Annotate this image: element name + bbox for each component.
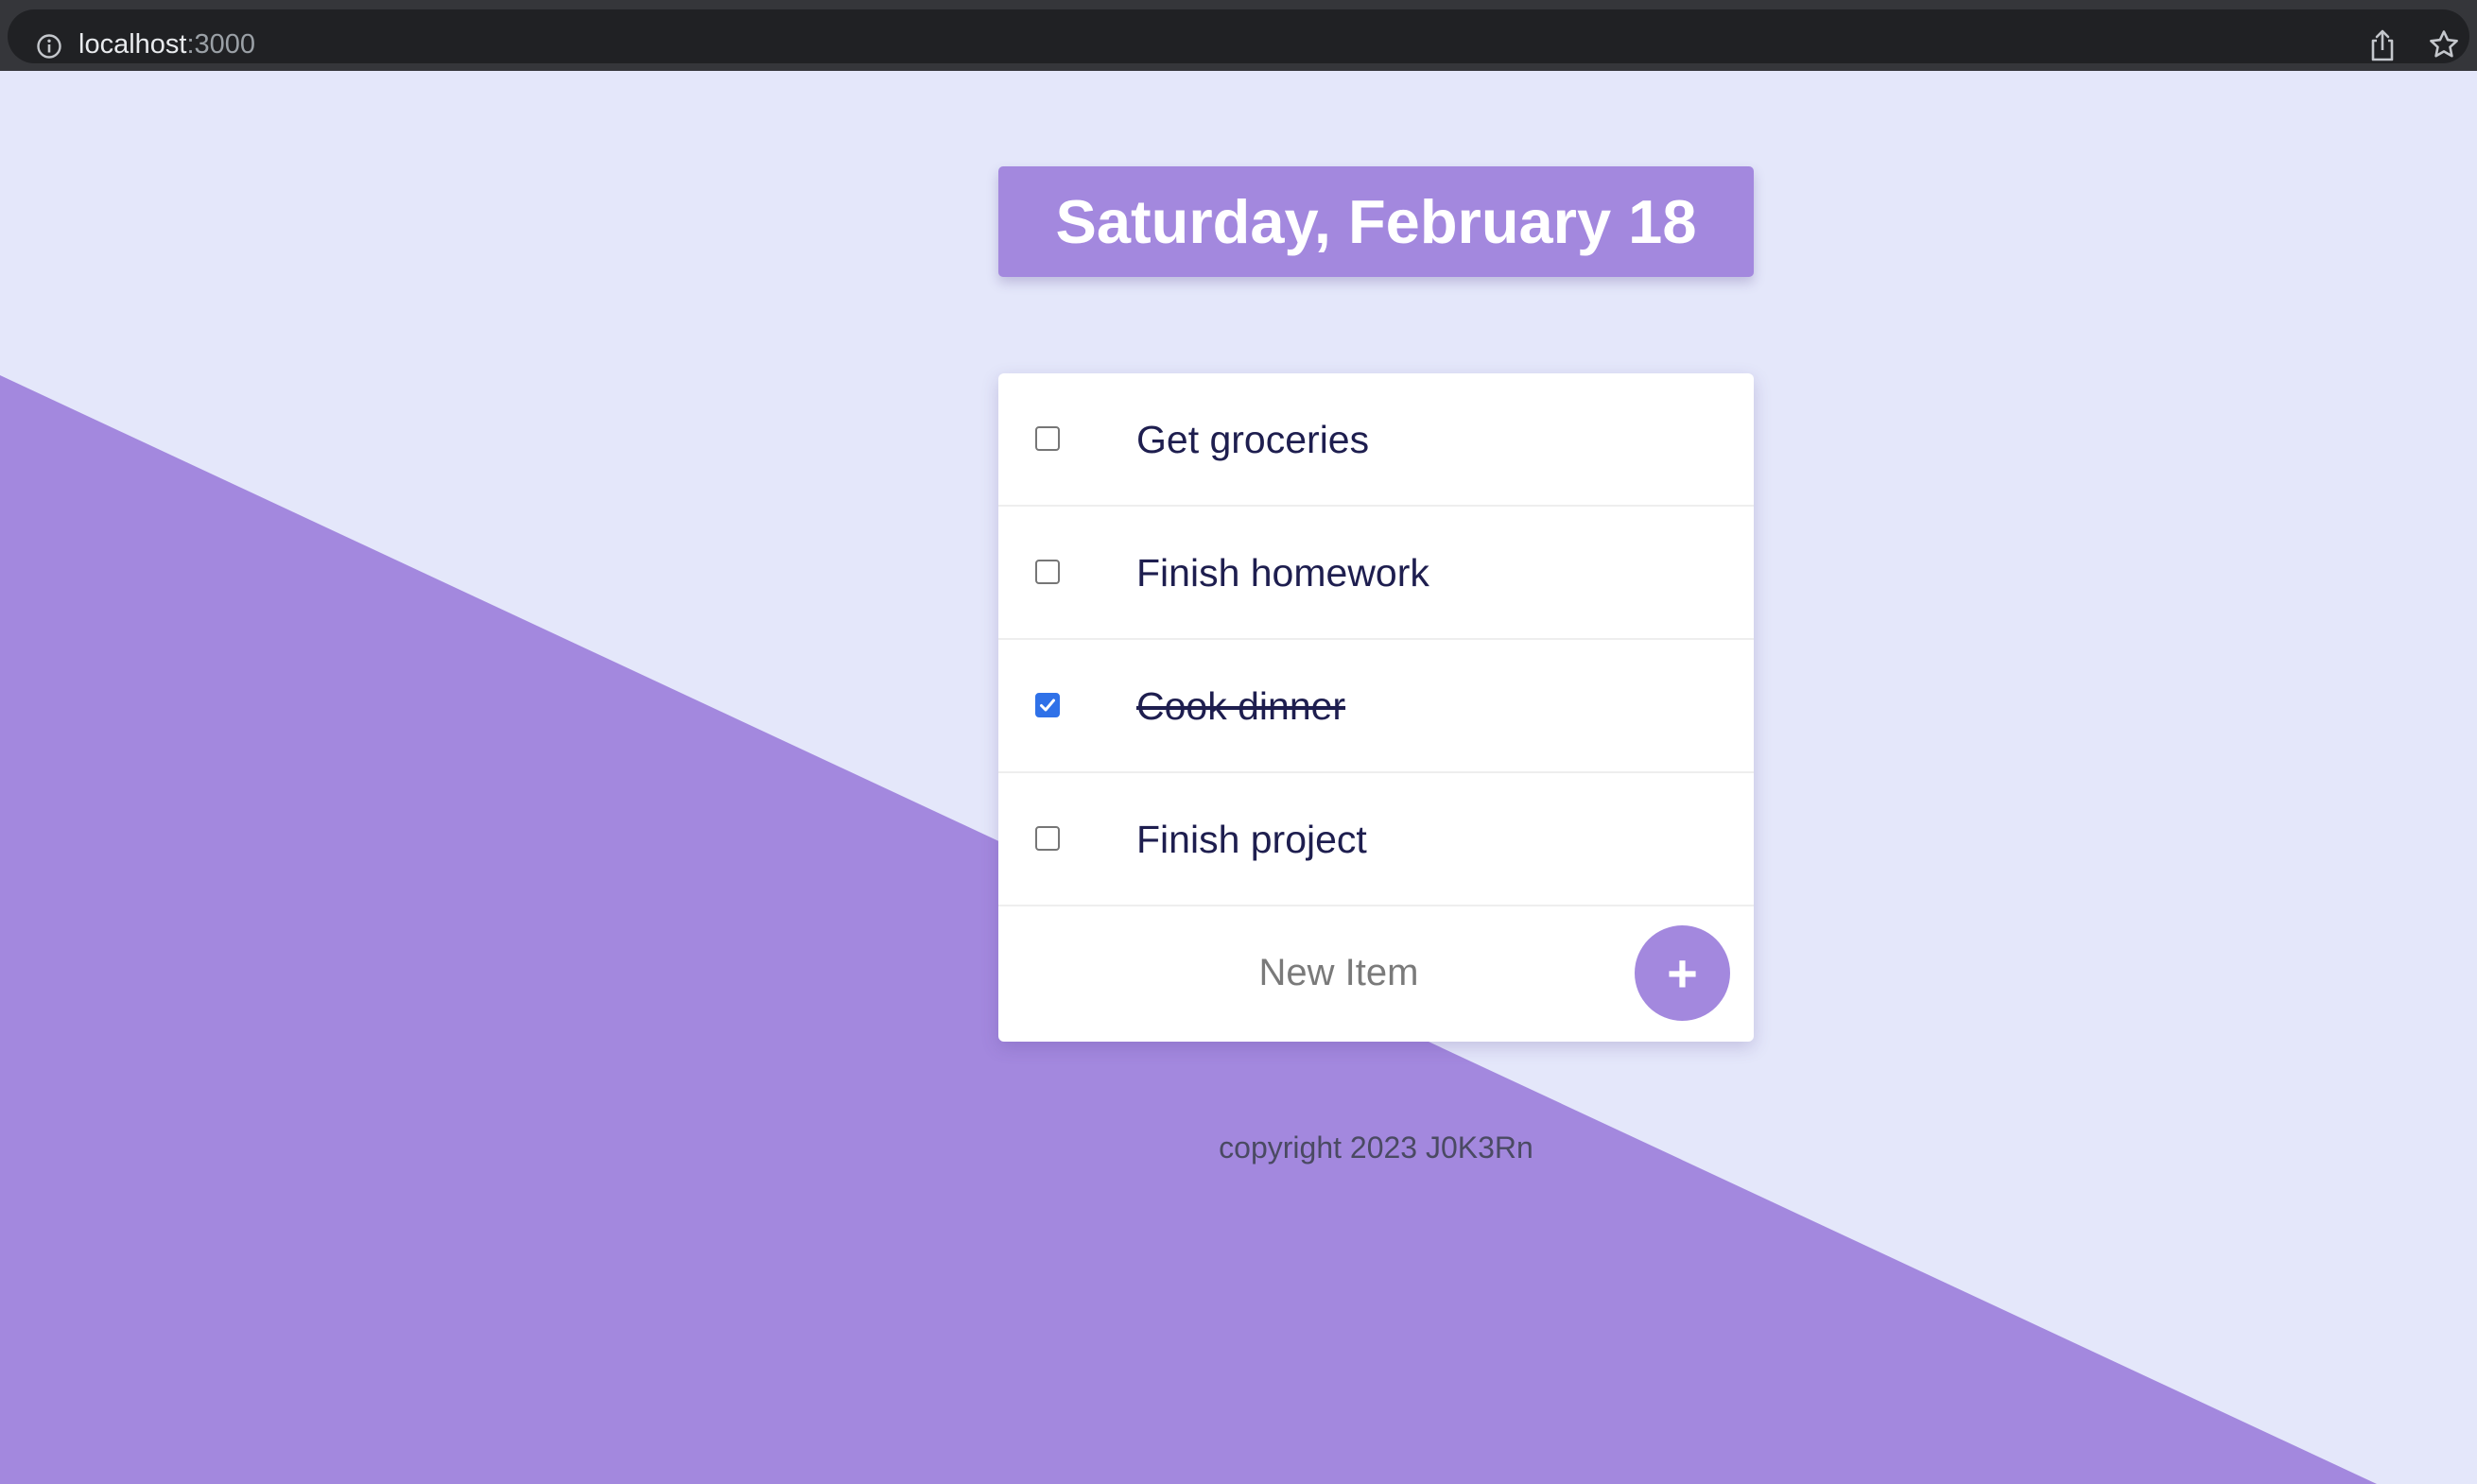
url-text[interactable]: localhost:3000 bbox=[78, 27, 255, 61]
browser-toolbar: localhost:3000 bbox=[0, 0, 2477, 71]
url-port: :3000 bbox=[186, 29, 256, 60]
item-checkbox[interactable] bbox=[1035, 426, 1060, 451]
item-checkbox[interactable] bbox=[1035, 826, 1060, 851]
page: localhost:3000 Saturday, February 18 Get… bbox=[0, 0, 2477, 1484]
list-item: Finish project bbox=[998, 773, 1754, 906]
star-icon[interactable] bbox=[2429, 29, 2459, 60]
share-icon[interactable] bbox=[2368, 28, 2397, 62]
url-host: localhost bbox=[78, 29, 187, 60]
list-item: Get groceries bbox=[998, 373, 1754, 507]
item-checkbox[interactable] bbox=[1035, 560, 1060, 584]
todo-list-card: Get groceries Finish homework Cook dinne… bbox=[998, 373, 1754, 1042]
footer-copyright: copyright 2023 J0K3Rn bbox=[1219, 1130, 1533, 1165]
item-label: Cook dinner bbox=[1136, 684, 1346, 728]
new-item-input[interactable] bbox=[998, 935, 1679, 1010]
checkmark-icon bbox=[1040, 699, 1055, 712]
date-heading: Saturday, February 18 bbox=[1055, 187, 1697, 256]
date-heading-box: Saturday, February 18 bbox=[998, 166, 1754, 277]
item-checkbox-checked[interactable] bbox=[1035, 693, 1060, 717]
item-label: Get groceries bbox=[1136, 418, 1370, 461]
new-item-form: + bbox=[998, 906, 1754, 1039]
add-item-button[interactable]: + bbox=[1635, 925, 1730, 1021]
item-label: Finish homework bbox=[1136, 551, 1429, 595]
list-item: Finish homework bbox=[998, 507, 1754, 640]
address-bar[interactable]: localhost:3000 bbox=[8, 9, 2469, 63]
list-item: Cook dinner bbox=[998, 640, 1754, 773]
info-icon[interactable] bbox=[36, 33, 62, 60]
item-label: Finish project bbox=[1136, 818, 1367, 861]
